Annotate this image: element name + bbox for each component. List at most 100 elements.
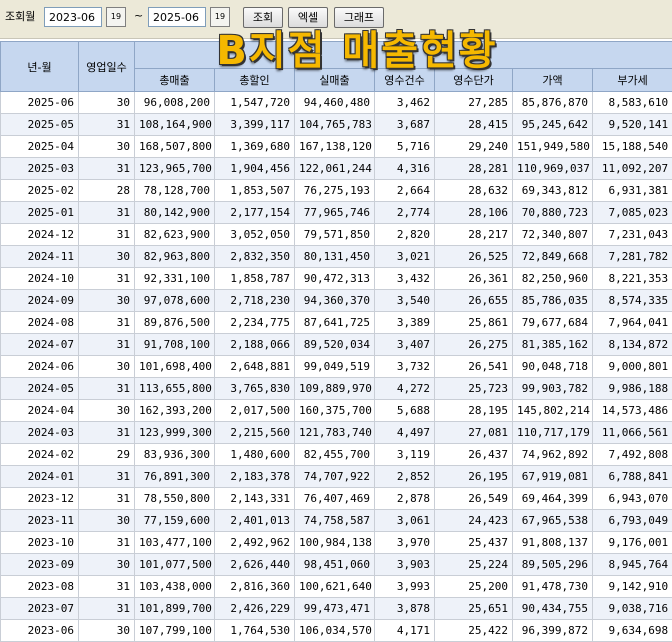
table-cell: 2023-11	[1, 510, 79, 532]
table-cell: 9,038,716	[593, 598, 672, 620]
search-button[interactable]: 조회	[243, 7, 283, 28]
header-unit-price[interactable]: 영수단가	[435, 69, 513, 92]
table-cell: 108,164,900	[135, 114, 215, 136]
table-row[interactable]: 2023-113077,159,6002,401,01374,758,5873,…	[1, 510, 672, 532]
table-cell: 9,176,001	[593, 532, 672, 554]
table-cell: 101,698,400	[135, 356, 215, 378]
table-cell: 14,573,486	[593, 400, 672, 422]
table-row[interactable]: 2024-0630101,698,4002,648,88199,049,5193…	[1, 356, 672, 378]
table-row[interactable]: 2024-123182,623,9003,052,05079,571,8502,…	[1, 224, 672, 246]
table-row[interactable]: 2025-0331123,965,7001,904,456122,061,244…	[1, 158, 672, 180]
table-cell: 24,423	[435, 510, 513, 532]
table-row[interactable]: 2023-0930101,077,5002,626,44098,451,0603…	[1, 554, 672, 576]
table-cell: 5,716	[375, 136, 435, 158]
table-cell: 31	[79, 312, 135, 334]
table-cell: 77,965,746	[295, 202, 375, 224]
table-cell: 160,375,700	[295, 400, 375, 422]
table-row[interactable]: 2023-123178,550,8002,143,33176,407,4692,…	[1, 488, 672, 510]
table-cell: 80,131,450	[295, 246, 375, 268]
table-row[interactable]: 2024-0531113,655,8003,765,830109,889,970…	[1, 378, 672, 400]
table-cell: 67,965,538	[513, 510, 593, 532]
table-cell: 26,275	[435, 334, 513, 356]
table-row[interactable]: 2024-083189,876,5002,234,77587,641,7253,…	[1, 312, 672, 334]
header-price[interactable]: 가액	[513, 69, 593, 92]
table-row[interactable]: 2024-013176,891,3002,183,37874,707,9222,…	[1, 466, 672, 488]
table-row[interactable]: 2024-022983,936,3001,480,60082,455,7003,…	[1, 444, 672, 466]
header-days[interactable]: 영업일수	[79, 42, 135, 92]
header-receipt-count[interactable]: 영수건수	[375, 69, 435, 92]
table-row[interactable]: 2024-0430162,393,2002,017,500160,375,700…	[1, 400, 672, 422]
table-row[interactable]: 2024-0331123,999,3002,215,560121,783,740…	[1, 422, 672, 444]
table-cell: 3,021	[375, 246, 435, 268]
table-cell: 30	[79, 554, 135, 576]
table-cell: 11,092,207	[593, 158, 672, 180]
table-row[interactable]: 2025-0531108,164,9003,399,117104,765,783…	[1, 114, 672, 136]
table-row[interactable]: 2025-022878,128,7001,853,50776,275,1932,…	[1, 180, 672, 202]
graph-button[interactable]: 그래프	[334, 7, 384, 28]
table-cell: 4,272	[375, 378, 435, 400]
table-row[interactable]: 2025-013180,142,9002,177,15477,965,7462,…	[1, 202, 672, 224]
table-row[interactable]: 2025-063096,008,2001,547,72094,460,4803,…	[1, 92, 672, 114]
table-cell: 29,240	[435, 136, 513, 158]
table-cell: 103,477,100	[135, 532, 215, 554]
header-total-discount[interactable]: 총할인	[215, 69, 295, 92]
table-cell: 7,231,043	[593, 224, 672, 246]
table-cell: 30	[79, 290, 135, 312]
header-net-sales[interactable]: 실매출	[295, 69, 375, 92]
table-cell: 9,142,910	[593, 576, 672, 598]
header-month[interactable]: 년-월	[1, 42, 79, 92]
table-cell: 69,464,399	[513, 488, 593, 510]
table-cell: 2,426,229	[215, 598, 295, 620]
table-cell: 2024-12	[1, 224, 79, 246]
table-cell: 151,949,580	[513, 136, 593, 158]
table-row[interactable]: 2024-103192,331,1001,858,78790,472,3133,…	[1, 268, 672, 290]
table-row[interactable]: 2024-073191,708,1002,188,06689,520,0343,…	[1, 334, 672, 356]
table-cell: 96,399,872	[513, 620, 593, 642]
table-cell: 2024-01	[1, 466, 79, 488]
table-cell: 15,188,540	[593, 136, 672, 158]
end-calendar-icon[interactable]: 19	[210, 7, 230, 27]
table-cell: 72,849,668	[513, 246, 593, 268]
table-cell: 26,541	[435, 356, 513, 378]
table-cell: 2023-06	[1, 620, 79, 642]
table-row[interactable]: 2024-093097,078,6002,718,23094,360,3703,…	[1, 290, 672, 312]
header-vat[interactable]: 부가세	[593, 69, 672, 92]
table-cell: 1,858,787	[215, 268, 295, 290]
table-row[interactable]: 2023-0731101,899,7002,426,22999,473,4713…	[1, 598, 672, 620]
start-calendar-icon[interactable]: 19	[106, 7, 126, 27]
table-cell: 110,969,037	[513, 158, 593, 180]
table-cell: 6,793,049	[593, 510, 672, 532]
table-row[interactable]: 2023-0831103,438,0002,816,360100,621,640…	[1, 576, 672, 598]
table-cell: 2,017,500	[215, 400, 295, 422]
table-cell: 5,688	[375, 400, 435, 422]
table-cell: 3,878	[375, 598, 435, 620]
table-cell: 30	[79, 356, 135, 378]
table-cell: 123,965,700	[135, 158, 215, 180]
table-cell: 26,549	[435, 488, 513, 510]
table-cell: 6,943,070	[593, 488, 672, 510]
table-cell: 2024-11	[1, 246, 79, 268]
table-cell: 3,407	[375, 334, 435, 356]
table-row[interactable]: 2025-0430168,507,8001,369,680167,138,120…	[1, 136, 672, 158]
table-cell: 2,820	[375, 224, 435, 246]
table-cell: 2025-05	[1, 114, 79, 136]
table-cell: 2025-04	[1, 136, 79, 158]
table-cell: 99,049,519	[295, 356, 375, 378]
period-label: 조회월	[5, 8, 35, 24]
table-cell: 162,393,200	[135, 400, 215, 422]
table-cell: 101,899,700	[135, 598, 215, 620]
end-month-input[interactable]: 2025-06	[148, 7, 206, 27]
table-row[interactable]: 2023-0630107,799,1001,764,530106,034,570…	[1, 620, 672, 642]
table-cell: 26,195	[435, 466, 513, 488]
table-cell: 27,285	[435, 92, 513, 114]
table-cell: 31	[79, 334, 135, 356]
table-cell: 94,460,480	[295, 92, 375, 114]
table-row[interactable]: 2024-113082,963,8002,832,35080,131,4503,…	[1, 246, 672, 268]
excel-button[interactable]: 엑셀	[288, 7, 328, 28]
table-cell: 2,664	[375, 180, 435, 202]
table-cell: 2023-09	[1, 554, 79, 576]
header-total-sales[interactable]: 총매출	[135, 69, 215, 92]
start-month-input[interactable]: 2023-06	[44, 7, 102, 27]
table-row[interactable]: 2023-1031103,477,1002,492,962100,984,138…	[1, 532, 672, 554]
table-cell: 2024-09	[1, 290, 79, 312]
